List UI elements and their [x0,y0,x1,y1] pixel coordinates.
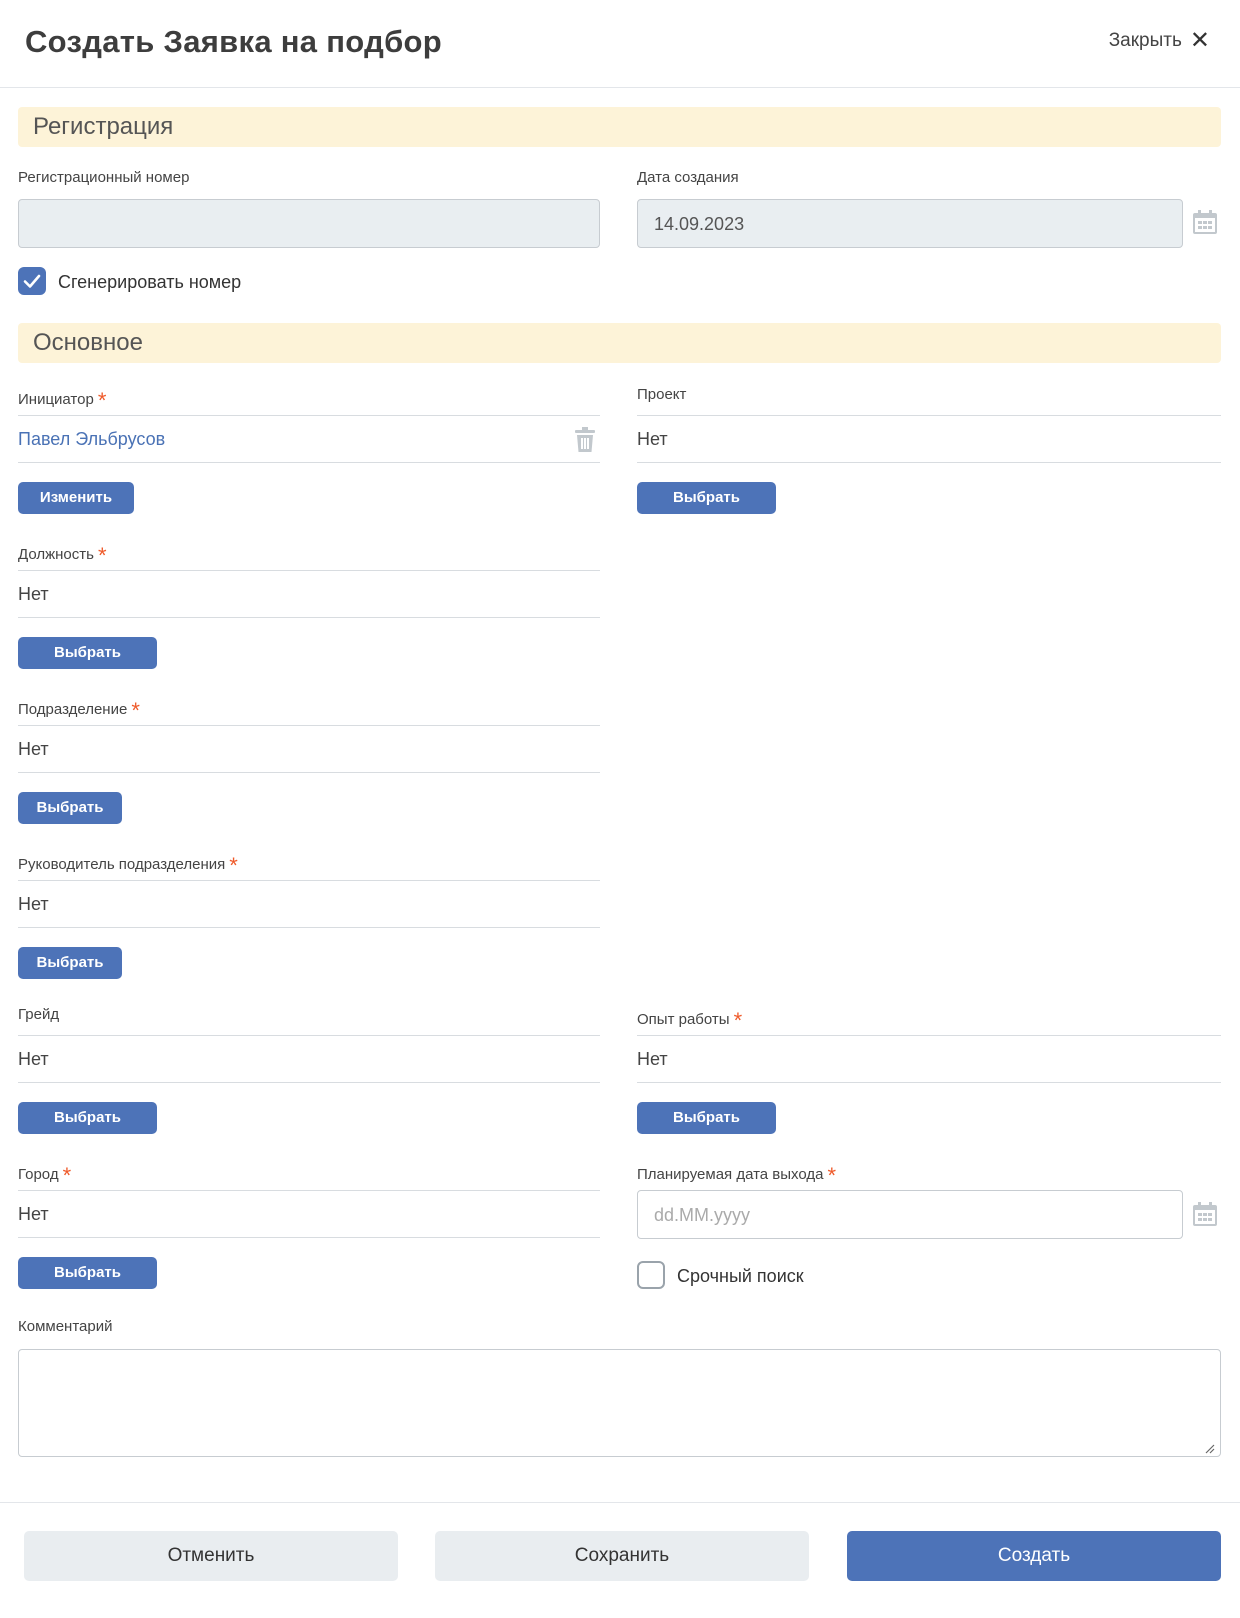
city-value: Нет [18,1204,49,1224]
required-mark: * [131,698,140,723]
project-label: Проект [637,386,687,403]
grade-select-button[interactable]: Выбрать [18,1102,157,1134]
trash-icon[interactable] [574,427,596,453]
initiator-value[interactable]: Павел Эльбрусов [18,429,165,449]
close-button[interactable]: Закрыть ✕ [1108,27,1210,54]
project-field: Нет [637,415,1221,463]
position-label: Должность * [18,543,107,568]
manager-field: Нет [18,880,600,928]
position-select-button[interactable]: Выбрать [18,637,157,669]
city-select-button[interactable]: Выбрать [18,1257,157,1289]
experience-select-button[interactable]: Выбрать [637,1102,776,1134]
dialog-title: Создать Заявка на подбор [25,24,442,59]
experience-label: Опыт работы * [637,1008,743,1033]
section-title: Основное [33,329,143,356]
created-date-input[interactable]: 14.09.2023 [637,199,1183,248]
urgent-search-label: Срочный поиск [677,1266,804,1286]
calendar-icon[interactable] [1192,209,1218,235]
required-mark: * [97,543,107,568]
dialog-header: Создать Заявка на подбор Закрыть ✕ [0,0,1240,88]
reg-number-input[interactable] [18,199,600,248]
save-button[interactable]: Сохранить [435,1531,809,1581]
position-field: Нет [18,570,600,618]
grade-label: Грейд [18,1006,60,1023]
project-select-button[interactable]: Выбрать [637,482,776,514]
department-select-button[interactable]: Выбрать [18,792,122,824]
reg-number-label: Регистрационный номер [18,169,190,186]
manager-select-button[interactable]: Выбрать [18,947,122,979]
initiator-label: Инициатор * [18,388,107,413]
grade-field: Нет [18,1035,600,1083]
resize-handle-icon[interactable] [1203,1442,1215,1454]
close-label: Закрыть [1108,30,1182,51]
project-value: Нет [637,429,668,449]
required-mark: * [62,1163,72,1188]
experience-field: Нет [637,1035,1221,1083]
close-icon: ✕ [1189,27,1210,54]
manager-value: Нет [18,894,49,914]
dialog-footer: Отменить Сохранить Создать [0,1502,1240,1618]
start-date-input[interactable]: dd.MM.yyyy [637,1190,1183,1239]
department-value: Нет [18,739,49,759]
required-mark: * [733,1008,743,1033]
section-title: Регистрация [33,113,174,140]
required-mark: * [229,853,238,878]
comment-label: Комментарий [18,1318,113,1335]
initiator-change-button[interactable]: Изменить [18,482,134,514]
calendar-icon[interactable] [1192,1201,1218,1227]
position-value: Нет [18,584,49,604]
checkmark-icon [23,274,41,288]
department-label: Подразделение * [18,698,140,723]
created-date-label: Дата создания [637,169,739,186]
start-date-label: Планируемая дата выхода * [637,1163,837,1188]
section-main: Основное [18,323,1221,363]
create-button[interactable]: Создать [847,1531,1221,1581]
urgent-search-checkbox[interactable] [637,1261,665,1289]
grade-value: Нет [18,1049,49,1069]
generate-number-label: Сгенерировать номер [58,272,242,292]
comment-textarea[interactable] [18,1349,1221,1457]
city-field: Нет [18,1190,600,1238]
generate-number-checkbox[interactable] [18,267,46,295]
required-mark: * [97,388,107,413]
city-label: Город * [18,1163,72,1188]
cancel-button[interactable]: Отменить [24,1531,398,1581]
department-field: Нет [18,725,600,773]
initiator-field: Павел Эльбрусов [18,415,600,463]
experience-value: Нет [637,1049,668,1069]
manager-label: Руководитель подразделения * [18,853,238,878]
required-mark: * [827,1163,837,1188]
section-registration: Регистрация [18,107,1221,147]
